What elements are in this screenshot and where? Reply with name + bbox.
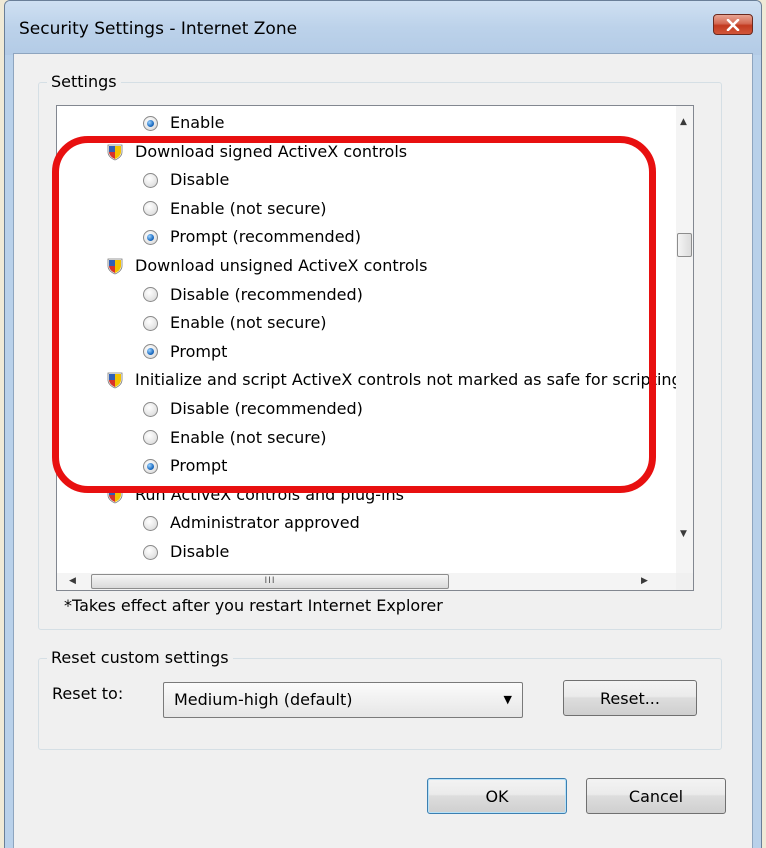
settings-category-label: Download signed ActiveX controls — [135, 141, 408, 161]
radio-checked-icon[interactable] — [143, 229, 158, 245]
scroll-grip: III — [264, 576, 276, 586]
settings-option-label: Enable — [170, 113, 225, 132]
reset-level-select[interactable]: Medium-high (default) ▼ — [163, 682, 523, 718]
settings-option[interactable]: Disable — [57, 166, 229, 194]
ok-button[interactable]: OK — [427, 778, 567, 814]
settings-option-label: Disable — [170, 542, 230, 561]
settings-option[interactable]: Prompt — [57, 452, 227, 480]
security-shield-icon — [107, 372, 123, 389]
reset-level-value: Medium-high (default) — [174, 690, 353, 709]
horizontal-scrollbar[interactable]: ◀ III ▶ — [57, 573, 676, 590]
settings-option-label: Prompt — [170, 341, 228, 361]
reset-to-label: Reset to: — [52, 684, 124, 703]
settings-option[interactable]: Enable (not secure) — [57, 309, 327, 337]
settings-option-label: Enable (not secure) — [170, 427, 327, 447]
settings-option[interactable]: Enable — [57, 109, 225, 137]
settings-category-label: Initialize and script ActiveX controls n… — [135, 370, 676, 390]
settings-option-label: Enable (not secure) — [170, 198, 327, 218]
settings-option[interactable]: Disable (recommended) — [57, 395, 363, 423]
settings-category: Run ActiveX controls and plug-ins — [57, 481, 404, 509]
settings-option[interactable]: Disable — [57, 538, 229, 566]
dropdown-arrow-icon: ▼ — [503, 693, 512, 706]
restart-note: *Takes effect after you restart Internet… — [64, 596, 443, 615]
radio-unchecked-icon[interactable] — [143, 544, 158, 560]
settings-option-label: Administrator approved — [170, 513, 360, 533]
settings-option-label: Disable (recommended) — [170, 284, 363, 304]
settings-option-label: Prompt — [170, 456, 228, 476]
settings-option-label: Prompt (recommended) — [170, 227, 361, 247]
settings-option[interactable]: Disable (recommended) — [57, 281, 363, 309]
settings-group-label: Settings — [47, 72, 121, 91]
radio-checked-icon[interactable] — [143, 115, 158, 131]
settings-category: Initialize and script ActiveX controls n… — [57, 366, 676, 394]
settings-list[interactable]: Enable Download signed ActiveX controls Di… — [56, 105, 694, 591]
radio-unchecked-icon[interactable] — [143, 287, 158, 303]
reset-group-label: Reset custom settings — [47, 648, 233, 667]
radio-checked-icon[interactable] — [143, 458, 158, 474]
horizontal-scroll-thumb[interactable]: III — [91, 574, 449, 589]
security-shield-icon — [107, 144, 123, 161]
radio-unchecked-icon[interactable] — [143, 430, 158, 446]
window-title: Security Settings - Internet Zone — [19, 19, 298, 39]
settings-list-content: Enable Download signed ActiveX controls Di… — [57, 106, 676, 573]
scroll-right-icon[interactable]: ▶ — [641, 577, 648, 586]
security-shield-icon — [107, 258, 123, 275]
settings-category-label: Run ActiveX controls and plug-ins — [135, 484, 404, 504]
settings-category: Download signed ActiveX controls — [57, 138, 407, 166]
scroll-down-icon[interactable]: ▼ — [680, 530, 687, 539]
settings-option[interactable]: Enable (not secure) — [57, 195, 327, 223]
radio-unchecked-icon[interactable] — [143, 315, 158, 331]
vertical-scroll-thumb[interactable] — [677, 233, 692, 257]
settings-option[interactable]: Prompt (recommended) — [57, 223, 361, 251]
settings-category: Download unsigned ActiveX controls — [57, 252, 427, 280]
settings-option-label: Disable — [170, 170, 230, 190]
settings-option-label: Enable (not secure) — [170, 313, 327, 333]
reset-button[interactable]: Reset... — [563, 680, 697, 716]
scroll-up-icon[interactable]: ▲ — [680, 118, 687, 127]
security-shield-icon — [107, 487, 123, 504]
scroll-left-icon[interactable]: ◀ — [69, 577, 76, 586]
radio-unchecked-icon[interactable] — [143, 515, 158, 531]
close-icon — [726, 18, 740, 31]
close-button[interactable] — [713, 14, 753, 35]
vertical-scrollbar[interactable]: ▲ ▼ — [676, 106, 693, 573]
radio-unchecked-icon[interactable] — [143, 401, 158, 417]
scroll-corner — [676, 573, 693, 590]
settings-category-label: Download unsigned ActiveX controls — [135, 256, 428, 275]
settings-option[interactable]: Prompt — [57, 338, 227, 366]
radio-unchecked-icon[interactable] — [143, 172, 158, 188]
settings-option-label: Disable (recommended) — [170, 399, 363, 418]
settings-option[interactable]: Administrator approved — [57, 509, 360, 537]
radio-checked-icon[interactable] — [143, 344, 158, 360]
title-bar[interactable]: Security Settings - Internet Zone — [5, 1, 761, 55]
cancel-button[interactable]: Cancel — [586, 778, 726, 814]
radio-unchecked-icon[interactable] — [143, 201, 158, 217]
settings-option[interactable]: Enable (not secure) — [57, 424, 327, 452]
